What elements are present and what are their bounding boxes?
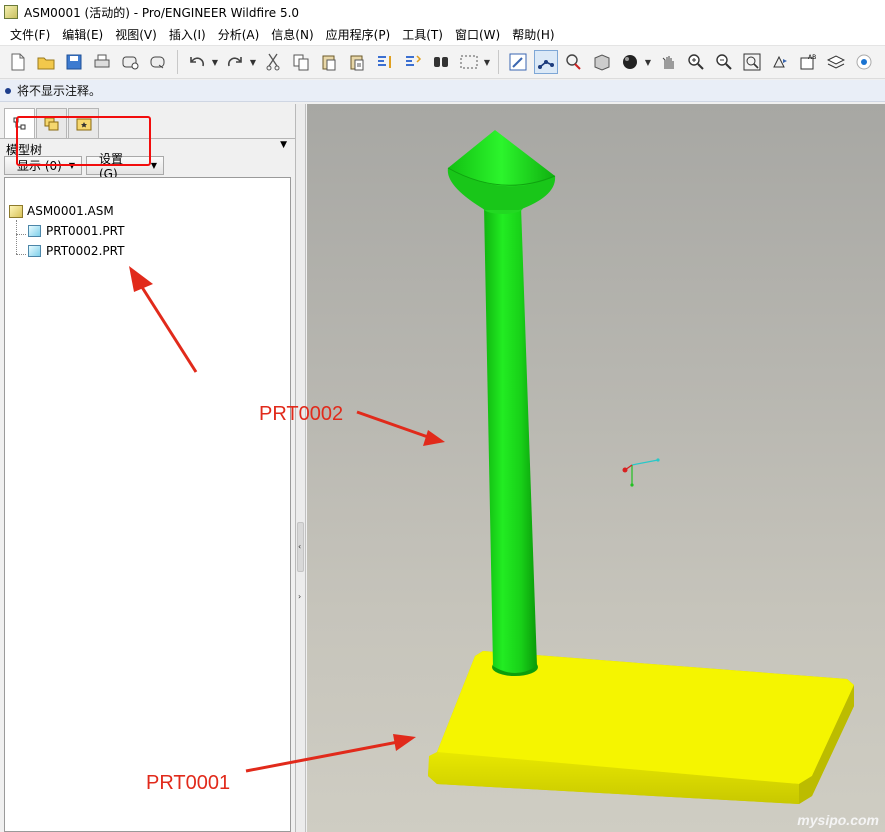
- part-prt0001-base[interactable]: [428, 651, 854, 804]
- tree-node-prt0001[interactable]: PRT0001.PRT: [28, 224, 124, 238]
- menu-analysis[interactable]: 分析(A): [212, 26, 266, 43]
- model-render: [428, 130, 854, 804]
- save-icon[interactable]: [62, 50, 86, 74]
- display-style-icon[interactable]: [852, 50, 876, 74]
- undo-icon[interactable]: [185, 50, 209, 74]
- annotation-icon[interactable]: AB: [796, 50, 820, 74]
- part-icon: [28, 225, 41, 237]
- message-text: 将不显示注释。: [17, 84, 102, 98]
- tree-node-asm0001[interactable]: ASM0001.ASM: [9, 204, 114, 218]
- email-attach-icon[interactable]: [146, 50, 170, 74]
- window-title: ASM0001 (活动的) - Pro/ENGINEER Wildfire 5.…: [24, 5, 300, 20]
- menu-insert[interactable]: 插入(I): [163, 26, 212, 43]
- toolbar: ▼ ▼ ▼ ▼ AB: [0, 45, 885, 79]
- refit-icon[interactable]: [740, 50, 764, 74]
- toolbar-separator: [498, 50, 499, 74]
- menu-applications[interactable]: 应用程序(P): [320, 26, 397, 43]
- menu-help[interactable]: 帮助(H): [506, 26, 560, 43]
- cut-icon[interactable]: [261, 50, 285, 74]
- message-bar: 将不显示注释。: [0, 80, 885, 102]
- copy-icon[interactable]: [289, 50, 313, 74]
- pan-zoom-icon[interactable]: [656, 50, 680, 74]
- tree-node-label: PRT0001.PRT: [46, 224, 125, 238]
- paste-special-icon[interactable]: [345, 50, 369, 74]
- select-box-icon[interactable]: [457, 50, 481, 74]
- message-bullet-icon: [5, 87, 11, 94]
- zoom-out-icon[interactable]: [712, 50, 736, 74]
- tree-node-prt0002[interactable]: PRT0002.PRT: [28, 244, 124, 258]
- print-icon[interactable]: [90, 50, 114, 74]
- find-icon[interactable]: [429, 50, 453, 74]
- tree-node-label: PRT0002.PRT: [46, 244, 125, 258]
- part-prt0002-cone[interactable]: [447, 130, 556, 210]
- assembly-icon: [9, 204, 23, 218]
- chevron-down-icon: ▼: [150, 161, 157, 170]
- title-bar: ASM0001 (活动的) - Pro/ENGINEER Wildfire 5.…: [0, 0, 885, 24]
- toolbar-separator: [177, 50, 178, 74]
- tree-connector: [16, 254, 26, 255]
- svg-text:AB: AB: [808, 54, 816, 61]
- orient-mode-icon[interactable]: [562, 50, 586, 74]
- menu-view[interactable]: 视图(V): [109, 26, 163, 43]
- undo-dropdown-icon[interactable]: ▼: [211, 50, 219, 74]
- model-tree-menu-icon[interactable]: ▼: [280, 140, 287, 150]
- menu-window[interactable]: 窗口(W): [449, 26, 506, 43]
- menu-bar: 文件(F) 编辑(E) 视图(V) 插入(I) 分析(A) 信息(N) 应用程序…: [0, 24, 885, 45]
- menu-file[interactable]: 文件(F): [4, 26, 56, 43]
- open-folder-icon[interactable]: [34, 50, 58, 74]
- shading-icon[interactable]: [618, 50, 642, 74]
- layers-icon[interactable]: [824, 50, 848, 74]
- menu-tools[interactable]: 工具(T): [396, 26, 449, 43]
- spin-center-icon[interactable]: [534, 50, 558, 74]
- repaint-icon[interactable]: [506, 50, 530, 74]
- model-tree: ASM0001.ASM PRT0001.PRT PRT0002.PRT: [4, 177, 291, 832]
- menu-info[interactable]: 信息(N): [265, 26, 319, 43]
- shading-dropdown-icon[interactable]: ▼: [644, 50, 652, 74]
- expand-right-icon[interactable]: ›: [298, 592, 301, 601]
- new-file-icon[interactable]: [6, 50, 30, 74]
- tree-connector: [16, 234, 26, 235]
- highlight-box: [16, 116, 151, 166]
- collapse-left-icon[interactable]: ‹: [298, 542, 301, 551]
- graphics-window[interactable]: [307, 104, 885, 832]
- send-mail-icon[interactable]: [118, 50, 142, 74]
- tree-connector: [16, 220, 17, 254]
- coordinate-triad: [622, 458, 660, 487]
- paste-icon[interactable]: [317, 50, 341, 74]
- zoom-in-icon[interactable]: [684, 50, 708, 74]
- reorient-icon[interactable]: [768, 50, 792, 74]
- app-icon: [4, 5, 18, 19]
- redo-dropdown-icon[interactable]: ▼: [249, 50, 257, 74]
- tree-node-label: ASM0001.ASM: [27, 204, 114, 218]
- menu-edit[interactable]: 编辑(E): [56, 26, 109, 43]
- saved-views-icon[interactable]: [590, 50, 614, 74]
- regenerate-icon[interactable]: [373, 50, 397, 74]
- regenerate-manager-icon[interactable]: [401, 50, 425, 74]
- part-icon: [28, 245, 41, 257]
- select-dropdown-icon[interactable]: ▼: [483, 50, 491, 74]
- navigator-panel: 模型树 ▼ 显示 (0) ▼ 设置 (G) ▼ ASM0001.ASM PRT0…: [0, 104, 296, 832]
- part-prt0002-rod[interactable]: [483, 202, 538, 676]
- panel-splitter[interactable]: ‹ ›: [296, 104, 306, 832]
- redo-icon[interactable]: [223, 50, 247, 74]
